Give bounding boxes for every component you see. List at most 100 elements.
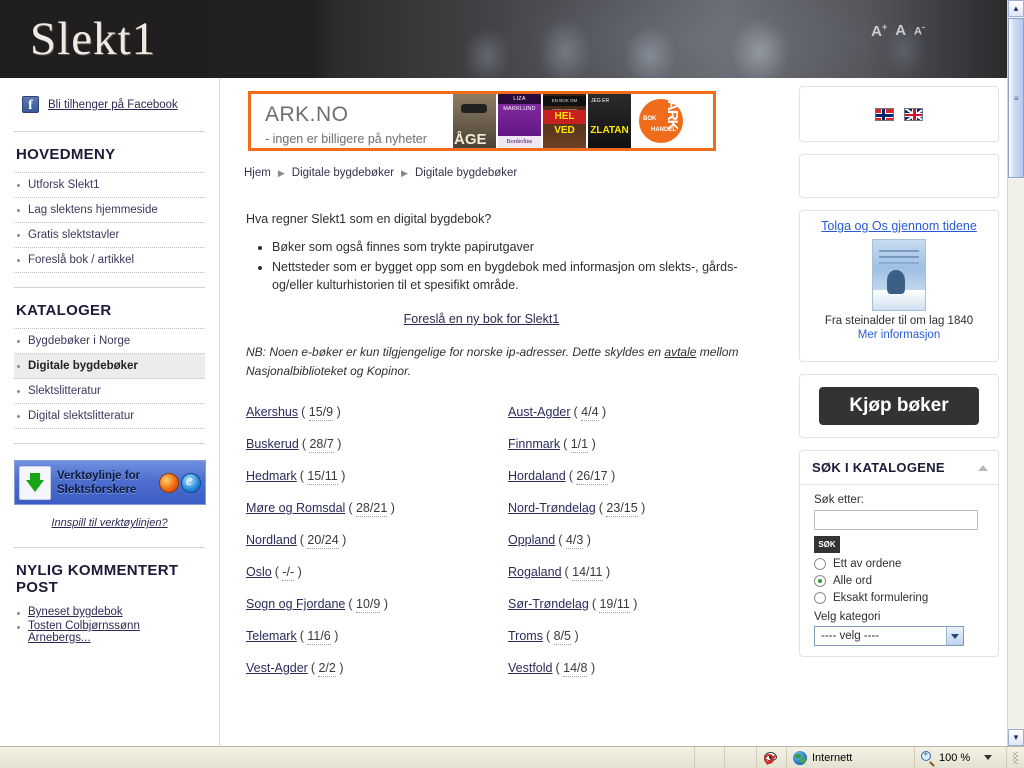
county-link-telemark[interactable]: Telemark xyxy=(246,629,297,643)
site-logo[interactable]: Slekt1 xyxy=(30,12,156,66)
county-link-akershus[interactable]: Akershus xyxy=(246,405,298,419)
search-submit-button[interactable]: SØK xyxy=(814,536,840,553)
table-row: Sør-Trøndelag( 19/11 ) xyxy=(508,597,770,613)
font-increase-button[interactable]: A+ xyxy=(871,22,887,40)
vertical-scrollbar[interactable]: ▲ ≡ ▼ xyxy=(1007,0,1024,746)
book-cover-zlatan-sub: JEG ER xyxy=(591,98,610,104)
county-link-vestfold[interactable]: Vestfold xyxy=(508,661,552,675)
table-row: Troms( 8/5 ) xyxy=(508,629,770,645)
county-link-vest-agder[interactable]: Vest-Agder xyxy=(246,661,308,675)
county-count: ( 14/8 ) xyxy=(555,661,596,677)
scrollbar-thumb[interactable]: ≡ xyxy=(1008,18,1024,178)
radio-icon-selected[interactable] xyxy=(814,575,826,587)
county-link-oslo[interactable]: Oslo xyxy=(246,565,272,579)
search-option-label: Alle ord xyxy=(833,575,872,587)
facebook-row[interactable]: f Bli tilhenger på Facebook xyxy=(14,78,205,127)
book-promo-more-link[interactable]: Mer informasjon xyxy=(806,329,992,341)
resize-grip[interactable] xyxy=(1006,747,1024,768)
collapse-chevron-up-icon[interactable] xyxy=(978,464,988,471)
county-link-hordaland[interactable]: Hordaland xyxy=(508,469,566,483)
browser-icons xyxy=(159,472,201,493)
zoom-magnifier-icon xyxy=(921,749,935,767)
suggest-book-link[interactable]: Foreslå en ny bok for Slekt1 xyxy=(404,312,560,326)
hovedmeny-list: Utforsk Slekt1 Lag slektens hjemmeside G… xyxy=(14,172,205,273)
county-link-oppland[interactable]: Oppland xyxy=(508,533,555,547)
toolbar-feedback-link[interactable]: Innspill til verktøylinjen? xyxy=(14,505,205,543)
county-link-hedmark[interactable]: Hedmark xyxy=(246,469,297,483)
nylig-link-byneset[interactable]: Byneset bygdebok xyxy=(28,606,123,618)
table-row: Rogaland( 14/11 ) xyxy=(508,565,770,581)
search-option-eksakt-formulering[interactable]: Eksakt formulering xyxy=(814,592,986,604)
county-link-finnmark[interactable]: Finnmark xyxy=(508,437,560,451)
sidebar-item-slektstavler[interactable]: Gratis slektstavler xyxy=(14,223,205,248)
facebook-link[interactable]: Bli tilhenger på Facebook xyxy=(48,99,178,111)
breadcrumb-item-digitale-1[interactable]: Digitale bygdebøker xyxy=(292,167,394,179)
county-link-more-og-romsdal[interactable]: Møre og Romsdal xyxy=(246,501,345,515)
firefox-icon xyxy=(159,472,179,493)
definition-bullet-list: Bøker som også finnes som trykte papirut… xyxy=(256,238,777,294)
search-option-label: Eksakt formulering xyxy=(833,592,929,604)
county-link-troms[interactable]: Troms xyxy=(508,629,543,643)
ark-advertisement-banner[interactable]: ARK.NO - ingen er billigere på nyheter L… xyxy=(248,91,716,151)
county-count-value: 4/4 xyxy=(581,405,599,421)
ark-banner-subtitle: - ingen er billigere på nyheter xyxy=(265,132,427,146)
ark-banner-title: ARK.NO xyxy=(265,103,349,126)
sidebar-item-digital-slektslitteratur[interactable]: Digital slektslitteratur xyxy=(14,404,205,429)
zoom-control[interactable]: 100 % xyxy=(914,747,1006,768)
font-normal-button[interactable]: A xyxy=(895,22,906,39)
search-input[interactable] xyxy=(814,510,978,530)
book-cover-liza-title: Borderline xyxy=(498,136,541,148)
font-decrease-button[interactable]: A- xyxy=(914,22,925,38)
buy-books-button[interactable]: Kjøp bøker xyxy=(819,387,979,425)
popup-blocked-indicator[interactable] xyxy=(756,747,786,768)
chevron-down-icon[interactable] xyxy=(946,627,963,645)
radio-icon[interactable] xyxy=(814,558,826,570)
catalog-search-header[interactable]: SØK I KATALOGENE xyxy=(800,451,998,485)
county-link-aust-agder[interactable]: Aust-Agder xyxy=(508,405,571,419)
scrollbar-track[interactable] xyxy=(1008,180,1024,728)
county-link-sogn-og-fjordane[interactable]: Sogn og Fjordane xyxy=(246,597,345,611)
category-select[interactable]: ---- velg ---- xyxy=(814,626,964,646)
county-count: ( 2/2 ) xyxy=(310,661,344,677)
sidebar-item-slektslitteratur[interactable]: Slektslitteratur xyxy=(14,379,205,404)
sidebar-item-bygdeboker[interactable]: Bygdebøker i Norge xyxy=(14,328,205,354)
category-label: Velg kategori xyxy=(814,611,881,623)
book-promo-title-link[interactable]: Tolga og Os gjennom tidene xyxy=(806,219,992,233)
county-count: ( 26/17 ) xyxy=(568,469,616,485)
scroll-up-button[interactable]: ▲ xyxy=(1008,0,1024,17)
facebook-icon[interactable]: f xyxy=(22,96,39,113)
nb-avtale-link[interactable]: avtale xyxy=(664,345,696,359)
county-count-value: 4/3 xyxy=(565,533,584,549)
right-sidebar: Tolga og Os gjennom tidene Fra steinalde… xyxy=(793,78,1007,746)
english-flag-icon[interactable] xyxy=(904,107,923,121)
scroll-down-button[interactable]: ▼ xyxy=(1008,729,1024,746)
norwegian-flag-icon[interactable] xyxy=(875,107,894,121)
security-zone-indicator[interactable]: Internett xyxy=(786,747,914,768)
nylig-link-tosten[interactable]: Tosten Colbjørnssønn Arnebergs... xyxy=(28,620,140,644)
county-link-rogaland[interactable]: Rogaland xyxy=(508,565,562,579)
search-option-ett-av-ordene[interactable]: Ett av ordene xyxy=(814,558,986,570)
county-count-value: 23/15 xyxy=(606,501,638,517)
book-cover-zlatan: JEG ER ZLATAN xyxy=(588,94,631,148)
county-count: ( 19/11 ) xyxy=(591,597,638,613)
search-option-alle-ord[interactable]: Alle ord xyxy=(814,575,986,587)
county-link-sor-trondelag[interactable]: Sør-Trøndelag xyxy=(508,597,589,611)
breadcrumb-item-digitale-2[interactable]: Digitale bygdebøker xyxy=(415,167,517,179)
breadcrumb-item-hjem[interactable]: Hjem xyxy=(244,167,271,179)
toolbar-banner[interactable]: Verktøylinje for Slektsforskere xyxy=(14,460,206,505)
catalog-search-box: SØK I KATALOGENE Søk etter: SØK Ett av o… xyxy=(799,450,999,657)
county-column-left: Akershus( 15/9 ) Buskerud( 28/7 ) Hedmar… xyxy=(246,405,508,693)
book-cover-image[interactable] xyxy=(872,239,926,311)
sidebar-item-utforsk[interactable]: Utforsk Slekt1 xyxy=(14,172,205,198)
sidebar-item-foresla-bok[interactable]: Foreslå bok / artikkel xyxy=(14,248,205,273)
county-link-nord-trondelag[interactable]: Nord-Trøndelag xyxy=(508,501,596,515)
county-link-nordland[interactable]: Nordland xyxy=(246,533,297,547)
sidebar-item-hjemmeside[interactable]: Lag slektens hjemmeside xyxy=(14,198,205,223)
list-item: Nettsteder som er bygget opp som en bygd… xyxy=(272,258,777,294)
county-link-buskerud[interactable]: Buskerud xyxy=(246,437,299,451)
county-count: ( 11/6 ) xyxy=(299,629,339,645)
book-cover-age xyxy=(453,94,496,148)
radio-icon[interactable] xyxy=(814,592,826,604)
zoom-chevron-down-icon[interactable] xyxy=(984,755,993,760)
sidebar-item-digitale-bygdeboker[interactable]: Digitale bygdebøker xyxy=(14,354,205,379)
